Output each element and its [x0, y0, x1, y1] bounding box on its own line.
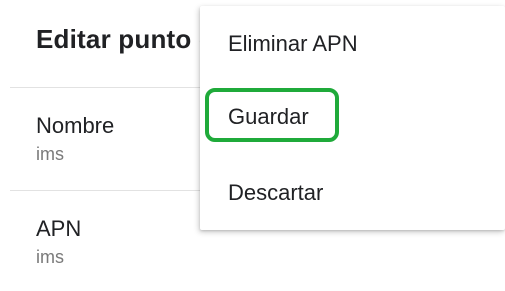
overflow-menu: Eliminar APN Guardar Descartar [200, 6, 505, 230]
menu-item-guardar[interactable]: Guardar [228, 104, 309, 130]
menu-item-descartar[interactable]: Descartar [228, 180, 323, 206]
field-apn-value: ims [36, 247, 64, 267]
apn-edit-screen: Editar punto de acceso Nombre ims APN im… [0, 0, 505, 291]
menu-item-eliminar-apn[interactable]: Eliminar APN [228, 31, 358, 57]
